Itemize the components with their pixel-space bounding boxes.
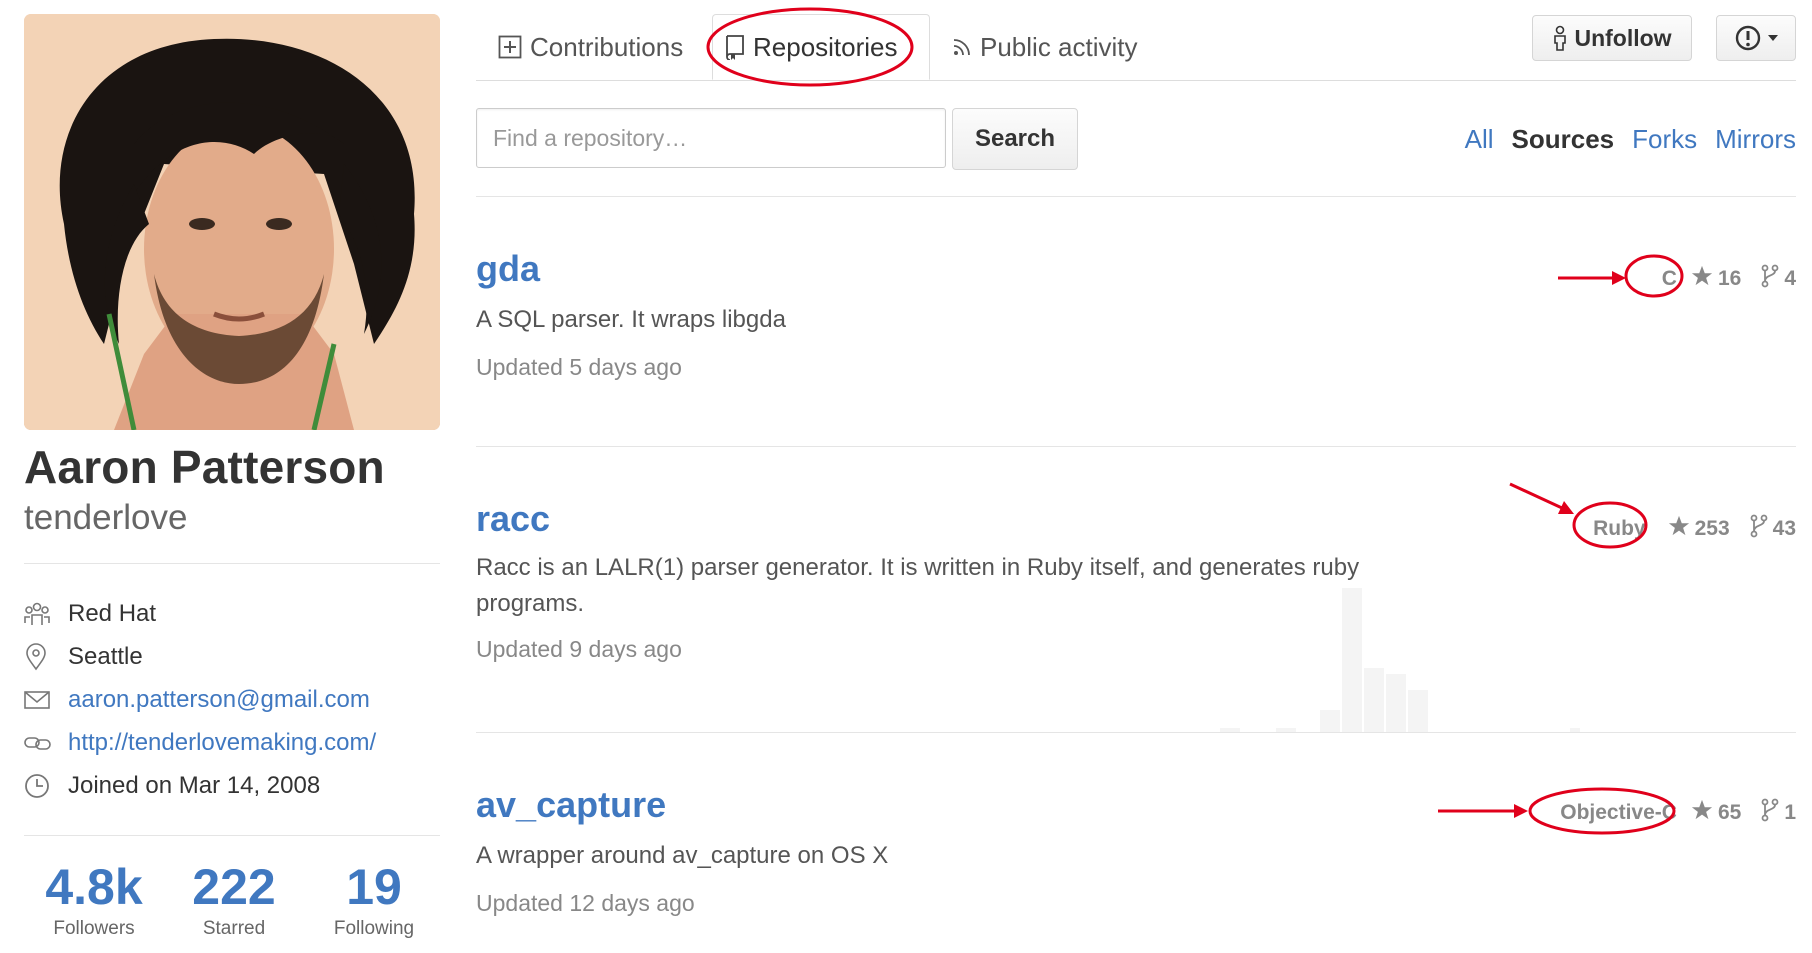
detail-joined-text: Joined on Mar 14, 2008 bbox=[68, 771, 321, 799]
repo-name-link[interactable]: gda bbox=[476, 248, 1796, 290]
rss-icon bbox=[952, 37, 972, 57]
star-icon bbox=[1691, 265, 1713, 293]
stat-followers[interactable]: 4.8k Followers bbox=[24, 858, 164, 940]
fork-icon bbox=[1761, 798, 1779, 828]
filter-all[interactable]: All bbox=[1465, 124, 1494, 155]
detail-joined: Joined on Mar 14, 2008 bbox=[24, 764, 444, 807]
diff-added-icon bbox=[498, 35, 522, 59]
tab-contributions[interactable]: Contributions bbox=[498, 14, 683, 80]
stat-following-label: Following bbox=[333, 918, 415, 939]
stat-followers-label: Followers bbox=[53, 918, 135, 939]
divider bbox=[24, 835, 440, 836]
unfollow-button[interactable]: Unfollow bbox=[1532, 15, 1692, 61]
divider bbox=[24, 563, 440, 564]
filter-sources[interactable]: Sources bbox=[1512, 124, 1615, 155]
unfollow-label: Unfollow bbox=[1574, 24, 1672, 51]
repo-updated: Updated 12 days ago bbox=[476, 890, 695, 916]
repo-stars[interactable]: 253 bbox=[1668, 515, 1730, 543]
stat-starred-label: Starred bbox=[202, 918, 266, 939]
email-link[interactable]: aaron.patterson@gmail.com bbox=[68, 686, 370, 714]
chevron-down-icon bbox=[1768, 35, 1778, 41]
stat-starred-value: 222 bbox=[192, 859, 276, 915]
stat-following[interactable]: 19 Following bbox=[304, 858, 444, 940]
star-icon bbox=[1691, 799, 1713, 827]
link-icon bbox=[24, 728, 68, 758]
detail-location: Seattle bbox=[24, 635, 444, 678]
repo-meta: C 16 4 bbox=[1658, 264, 1796, 294]
star-icon bbox=[1668, 515, 1690, 543]
repo-forks-count: 43 bbox=[1772, 517, 1796, 540]
repo-language: Ruby bbox=[1593, 517, 1646, 540]
repo-language: Objective-C bbox=[1560, 801, 1677, 824]
repo-description: A SQL parser. It wraps libgda bbox=[476, 306, 786, 333]
repo-list-item: gda A SQL parser. It wraps libgda Update… bbox=[476, 248, 1796, 438]
repo-search-input[interactable] bbox=[476, 108, 946, 168]
repo-stars-count: 65 bbox=[1717, 801, 1742, 824]
repo-stars-count: 16 bbox=[1717, 267, 1742, 290]
repo-stars[interactable]: 16 bbox=[1691, 265, 1741, 293]
repo-meta: Objective-C 65 1 bbox=[1556, 798, 1796, 828]
stat-following-value: 19 bbox=[346, 859, 402, 915]
tab-repositories[interactable]: Repositories bbox=[712, 14, 930, 80]
filter-mirrors[interactable]: Mirrors bbox=[1715, 124, 1796, 155]
filter-forks[interactable]: Forks bbox=[1632, 124, 1697, 155]
detail-organization-text: Red Hat bbox=[68, 599, 157, 627]
detail-location-text: Seattle bbox=[68, 642, 143, 670]
tab-public-activity-label: Public activity bbox=[980, 31, 1138, 62]
detail-website[interactable]: http://tenderlovemaking.com/ bbox=[24, 721, 444, 764]
profile-username: tenderlove bbox=[24, 498, 188, 537]
tab-contributions-label: Contributions bbox=[530, 31, 684, 62]
repo-updated: Updated 5 days ago bbox=[476, 354, 682, 380]
repo-description: Racc is an LALR(1) parser generator. It … bbox=[476, 554, 1360, 617]
repo-stars-count: 253 bbox=[1694, 517, 1730, 540]
search-button[interactable]: Search bbox=[952, 108, 1078, 170]
repo-icon bbox=[725, 34, 745, 60]
fork-icon bbox=[1750, 514, 1768, 544]
tab-public-activity[interactable]: Public activity bbox=[952, 14, 1138, 80]
mail-icon bbox=[24, 685, 68, 715]
alert-icon bbox=[1734, 24, 1762, 52]
clock-icon bbox=[24, 771, 68, 801]
repo-stars[interactable]: 65 bbox=[1691, 799, 1741, 827]
repo-updated: Updated 9 days ago bbox=[476, 636, 682, 662]
profile-details: Red Hat Seattle aaron.patterson@gmail.co… bbox=[24, 592, 444, 807]
repo-forks[interactable]: 43 bbox=[1750, 514, 1796, 544]
organization-icon bbox=[24, 599, 68, 629]
repo-language: C bbox=[1661, 267, 1677, 290]
divider bbox=[476, 446, 1796, 447]
fork-icon bbox=[1761, 264, 1779, 294]
repo-forks[interactable]: 4 bbox=[1761, 264, 1796, 294]
divider bbox=[476, 196, 1796, 197]
stat-followers-value: 4.8k bbox=[45, 859, 143, 915]
tab-repositories-label: Repositories bbox=[753, 31, 898, 62]
location-icon bbox=[24, 642, 68, 672]
repo-forks-count: 4 bbox=[1784, 267, 1796, 290]
divider bbox=[476, 732, 1796, 733]
person-icon bbox=[1552, 25, 1568, 51]
repo-type-filters: All Sources Forks Mirrors bbox=[1465, 124, 1796, 155]
website-link[interactable]: http://tenderlovemaking.com/ bbox=[68, 729, 376, 757]
detail-email[interactable]: aaron.patterson@gmail.com bbox=[24, 678, 444, 721]
repo-list-item: racc Racc is an LALR(1) parser generator… bbox=[476, 498, 1796, 718]
profile-full-name: Aaron Patterson bbox=[24, 441, 385, 493]
repo-meta: Ruby 253 43 bbox=[1589, 514, 1796, 544]
repo-forks-count: 1 bbox=[1784, 801, 1796, 824]
profile-stats: 4.8k Followers 222 Starred 19 Following bbox=[24, 858, 444, 940]
repo-list-item: av_capture A wrapper around av_capture o… bbox=[476, 784, 1796, 944]
detail-organization: Red Hat bbox=[24, 592, 444, 635]
avatar bbox=[24, 14, 440, 430]
repo-description: A wrapper around av_capture on OS X bbox=[476, 842, 889, 869]
stat-starred[interactable]: 222 Starred bbox=[164, 858, 304, 940]
report-menu-button[interactable] bbox=[1716, 15, 1796, 61]
repo-forks[interactable]: 1 bbox=[1761, 798, 1796, 828]
